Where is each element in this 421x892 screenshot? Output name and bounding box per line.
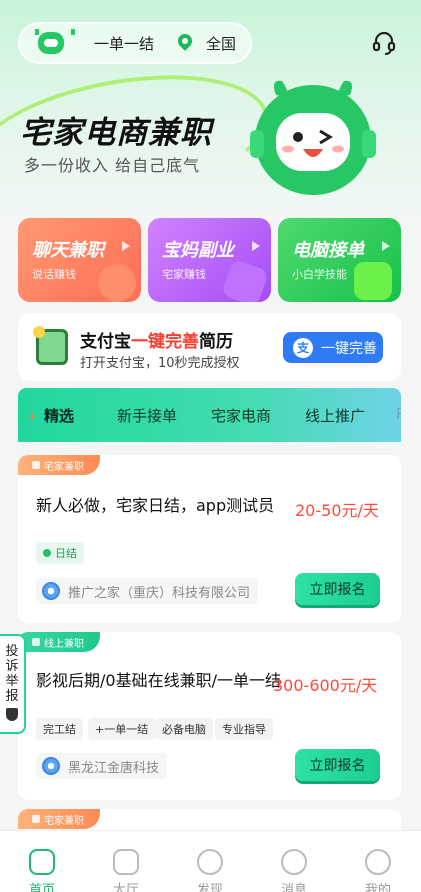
alipay-resume-banner[interactable]: 支付宝一键完善简历 打开支付宝，10秒完成授权 支 一键完善 <box>18 313 401 381</box>
company-name: 黑龙江金唐科技 <box>36 753 168 779</box>
nav-label: 首页 <box>28 883 55 892</box>
nav-item-profile[interactable]: 我的 <box>336 831 420 892</box>
play-arrow-icon <box>122 241 130 251</box>
bottom-navigation: 首页 大厅 发现 消息 我的 <box>0 830 421 892</box>
tab-newbie[interactable]: 新手接单 <box>117 405 177 426</box>
job-card[interactable]: 线上兼职 影视后期/0基础在线兼职/一单一结 300-600元/天 完工结 +一… <box>18 632 401 800</box>
category-subtitle: 说话赚钱 <box>32 268 76 281</box>
tab-next[interactable]: P <box>396 405 401 423</box>
job-salary: 20-50元/天 <box>295 501 379 520</box>
tag-icon <box>32 461 40 469</box>
category-subtitle: 小白学技能 <box>292 268 347 281</box>
nav-label: 发现 <box>196 883 223 892</box>
company-name: 推广之家（重庆）科技有限公司 <box>36 578 259 604</box>
category-card-chat[interactable]: 聊天兼职 说话赚钱 <box>18 218 141 302</box>
profile-icon <box>365 849 391 875</box>
message-icon <box>281 849 307 875</box>
shield-icon <box>6 708 18 721</box>
hall-icon <box>113 849 139 875</box>
job-salary: 300-600元/天 <box>273 676 378 695</box>
job-title: 新人必做，宅家日结，app测试员 <box>36 496 275 515</box>
location-text[interactable]: 全国 <box>206 33 236 54</box>
mascot-illustration <box>250 80 376 195</box>
report-label: 投诉举报 <box>5 644 19 704</box>
customer-service-icon[interactable] <box>372 30 396 56</box>
nav-item-hall[interactable]: 大厅 <box>84 831 168 892</box>
play-arrow-icon <box>382 241 390 251</box>
alipay-complete-button[interactable]: 支 一键完善 <box>283 332 383 363</box>
tab-featured[interactable]: 精选 <box>44 405 74 426</box>
category-subtitle: 宅家赚钱 <box>162 268 206 281</box>
tag-icon <box>32 638 40 646</box>
category-title: 聊天兼职 <box>32 240 104 261</box>
apply-button[interactable]: 立即报名 <box>295 573 380 605</box>
alipay-icon: 支 <box>293 337 313 358</box>
job-badge: 完工结 <box>36 718 83 740</box>
job-category-tag: 宅家兼职 <box>18 809 100 829</box>
job-category-tabs: ✦ 精选 新手接单 宅家电商 线上推广 P <box>18 388 401 442</box>
nav-item-messages[interactable]: 消息 <box>252 831 336 892</box>
alipay-banner-subtitle: 打开支付宝，10秒完成授权 <box>80 356 240 371</box>
nav-label: 消息 <box>280 883 307 892</box>
sparkle-icon: ✦ <box>28 412 37 423</box>
nav-label: 我的 <box>364 883 391 892</box>
hero-headline: 宅家电商兼职 <box>20 115 212 151</box>
play-arrow-icon <box>252 241 260 251</box>
category-title: 宝妈副业 <box>162 240 234 261</box>
home-icon <box>29 849 55 875</box>
resume-icon <box>33 326 68 365</box>
job-title: 影视后期/0基础在线兼职/一单一结 <box>36 671 281 690</box>
alipay-banner-title: 支付宝一键完善简历 <box>80 332 233 352</box>
company-logo-icon <box>42 757 60 775</box>
slogan-text: 一单一结 <box>94 34 155 53</box>
nav-label: 大厅 <box>112 883 139 892</box>
chat-bubble-icon <box>98 264 136 302</box>
category-card-computer[interactable]: 电脑接单 小白学技能 <box>278 218 401 302</box>
job-badge: 专业指导 <box>215 718 273 740</box>
tab-home-ecommerce[interactable]: 宅家电商 <box>211 405 271 426</box>
category-title: 电脑接单 <box>292 240 364 261</box>
category-card-mom[interactable]: 宝妈副业 宅家赚钱 <box>148 218 271 302</box>
computer-face-icon <box>354 262 392 300</box>
location-icon <box>178 34 192 52</box>
status-dot-icon <box>43 549 51 557</box>
nav-item-discover[interactable]: 发现 <box>168 831 252 892</box>
report-float-button[interactable]: 投诉举报 <box>0 634 26 734</box>
planet-icon <box>197 849 223 875</box>
job-category-tag: 宅家兼职 <box>18 455 100 475</box>
apply-button[interactable]: 立即报名 <box>295 749 380 781</box>
job-category-tag: 线上兼职 <box>18 632 100 652</box>
job-badge: 必备电脑 <box>155 718 213 740</box>
hero-banner: 一单一结 全国 宅家电商兼职 多一份收入 给自己底气 <box>0 0 421 215</box>
job-badge: 日结 <box>36 542 84 564</box>
alipay-button-label: 一键完善 <box>321 340 377 357</box>
tag-icon <box>32 815 40 823</box>
hexagon-icon <box>220 258 270 302</box>
job-card[interactable]: 宅家兼职 新人必做，宅家日结，app测试员 20-50元/天 日结 推广之家（重… <box>18 455 401 623</box>
job-badge: +一单一结 <box>88 718 156 740</box>
tab-online-promotion[interactable]: 线上推广 <box>305 405 365 426</box>
company-logo-icon <box>42 582 60 600</box>
mascot-icon <box>35 29 75 54</box>
hero-subline: 多一份收入 给自己底气 <box>24 156 201 175</box>
top-info-pill[interactable]: 一单一结 全国 <box>18 22 252 64</box>
nav-item-home[interactable]: 首页 <box>0 831 84 892</box>
